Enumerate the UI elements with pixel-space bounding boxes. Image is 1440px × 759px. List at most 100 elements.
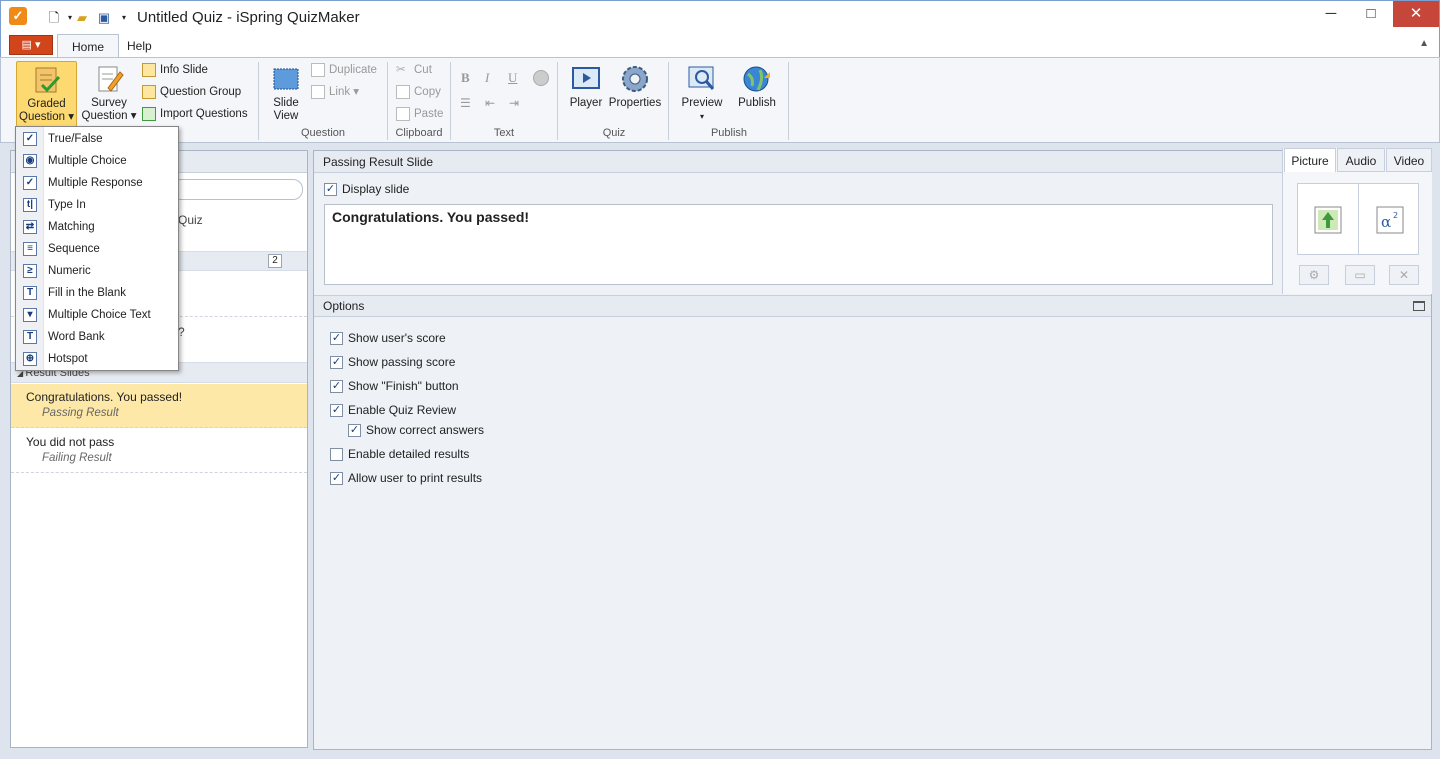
paste-button[interactable]: Paste <box>396 104 443 124</box>
maximize-options-icon[interactable] <box>1413 301 1425 311</box>
menu-item-label: Fill in the Blank <box>48 287 126 299</box>
insert-picture-icon[interactable] <box>1314 206 1342 234</box>
survey-question-icon <box>98 66 124 92</box>
tab-video[interactable]: Video <box>1386 148 1432 172</box>
checkbox-icon: ✓ <box>23 176 37 190</box>
display-slide-checkbox[interactable]: ✓ Display slide <box>324 182 409 197</box>
slide-message-editor[interactable]: Congratulations. You passed! <box>324 204 1273 285</box>
graded-question-button[interactable]: Graded Question ▾ <box>16 61 77 127</box>
duplicate-label: Duplicate <box>329 64 377 76</box>
search-input[interactable] <box>171 179 303 200</box>
media-settings-gear-icon[interactable]: ⚙ <box>1299 265 1329 285</box>
option-show-score[interactable]: ✓ Show user's score <box>330 331 446 346</box>
player-button[interactable]: Player <box>565 61 607 127</box>
quick-access-dropdown-icon[interactable]: ▾ <box>115 9 133 27</box>
slide-view-button[interactable]: Slide View <box>263 61 309 127</box>
menu-item-multiple-choice[interactable]: ◉ Multiple Choice <box>16 150 178 172</box>
options-title: Options <box>323 299 365 313</box>
checkbox-checked-icon: ✓ <box>348 424 361 438</box>
properties-button[interactable]: Properties <box>607 61 663 127</box>
menu-item-sequence[interactable]: ≡ Sequence <box>16 238 178 260</box>
tab-picture[interactable]: Picture <box>1284 148 1336 172</box>
menu-item-label: Multiple Choice Text <box>48 309 151 321</box>
italic-button[interactable]: I <box>485 68 489 88</box>
option-label: Show correct answers <box>366 423 485 437</box>
preview-dropdown-arrow: ▾ <box>699 112 704 121</box>
copy-icon <box>396 84 410 99</box>
menu-item-label: Matching <box>48 221 95 233</box>
media-delete-icon[interactable]: ✕ <box>1389 265 1419 285</box>
option-label: Enable detailed results <box>348 447 470 461</box>
properties-label: Properties <box>608 97 662 109</box>
text-color-icon[interactable] <box>533 70 549 86</box>
survey-question-label2: Question ▾ <box>81 110 137 122</box>
fill-blank-icon: T <box>23 286 37 300</box>
option-enable-detailed-results[interactable]: Enable detailed results <box>330 447 470 462</box>
close-button[interactable]: ✕ <box>1393 1 1439 27</box>
decrease-indent-icon[interactable]: ⇤ <box>485 96 501 110</box>
minimize-button[interactable]: ─ <box>1311 1 1351 27</box>
quiz-title-partial: Quiz <box>178 213 203 227</box>
preview-button[interactable]: Preview ▾ <box>677 61 727 127</box>
file-menu-button[interactable]: ▤ ▾ <box>9 35 53 55</box>
media-insert-box: α 2 <box>1297 183 1419 255</box>
tab-help[interactable]: Help <box>113 34 166 58</box>
option-show-passing-score[interactable]: ✓ Show passing score <box>330 355 456 370</box>
tab-audio[interactable]: Audio <box>1337 148 1385 172</box>
checkbox-checked-icon: ✓ <box>330 380 343 394</box>
result-item-passing[interactable]: Congratulations. You passed! Passing Res… <box>11 384 307 428</box>
paste-label: Paste <box>414 108 444 120</box>
option-allow-print-results[interactable]: ✓ Allow user to print results <box>330 471 482 486</box>
cut-button[interactable]: ✂ Cut <box>396 60 432 80</box>
collapse-ribbon-icon[interactable]: ▲ <box>1419 38 1429 49</box>
insert-equation-icon[interactable]: α 2 <box>1376 206 1404 234</box>
info-slide-icon <box>142 62 156 77</box>
options-header: Options <box>314 295 1431 317</box>
result-subtitle: Passing Result <box>42 407 119 419</box>
publish-button[interactable]: Publish <box>733 61 781 127</box>
menu-item-true-false[interactable]: ✓ True/False <box>16 128 178 150</box>
import-questions-button[interactable]: Import Questions <box>142 104 248 124</box>
cut-label: Cut <box>414 64 432 76</box>
player-label: Player <box>569 97 603 109</box>
option-show-correct-answers[interactable]: ✓ Show correct answers <box>348 423 485 438</box>
menu-item-fill-in-the-blank[interactable]: T Fill in the Blank <box>16 282 178 304</box>
menu-item-word-bank[interactable]: T Word Bank <box>16 326 178 348</box>
window-title: Untitled Quiz - iSpring QuizMaker <box>137 9 360 26</box>
survey-question-button[interactable]: Survey Question ▾ <box>79 61 139 127</box>
copy-button[interactable]: Copy <box>396 82 441 102</box>
duplicate-button[interactable]: Duplicate <box>311 60 377 80</box>
menu-item-multiple-choice-text[interactable]: ▾ Multiple Choice Text <box>16 304 178 326</box>
link-button[interactable]: Link ▾ <box>311 82 359 102</box>
menu-item-hotspot[interactable]: ⊕ Hotspot <box>16 348 178 370</box>
save-icon[interactable]: ▣ <box>95 9 113 27</box>
svg-text:2: 2 <box>1393 211 1398 220</box>
option-show-finish-button[interactable]: ✓ Show "Finish" button <box>330 379 459 394</box>
checkbox-checked-icon: ✓ <box>330 332 343 346</box>
increase-indent-icon[interactable]: ⇥ <box>509 96 525 110</box>
app-logo-icon: ✓ <box>9 7 27 25</box>
option-label: Show "Finish" button <box>348 379 459 393</box>
checkbox-checked-icon: ✓ <box>330 356 343 370</box>
bold-button[interactable]: B <box>461 68 470 88</box>
copy-label: Copy <box>414 86 441 98</box>
menu-item-matching[interactable]: ⇄ Matching <box>16 216 178 238</box>
tab-home[interactable]: Home <box>57 34 120 58</box>
menu-item-numeric[interactable]: ≥ Numeric <box>16 260 178 282</box>
duplicate-icon <box>311 62 325 77</box>
question-group-label: Question Group <box>160 86 242 98</box>
bullet-list-icon[interactable]: ☰ <box>460 96 476 110</box>
result-item-failing[interactable]: You did not pass Failing Result <box>11 429 307 473</box>
info-slide-button[interactable]: Info Slide <box>142 60 208 80</box>
question-group-button[interactable]: Question Group <box>142 82 241 102</box>
underline-button[interactable]: U <box>508 68 517 88</box>
option-label: Show passing score <box>348 355 456 369</box>
media-folder-icon[interactable]: ▭ <box>1345 265 1375 285</box>
graded-question-icon <box>35 67 60 93</box>
open-folder-icon[interactable]: ▰ <box>73 9 91 27</box>
result-subtitle: Failing Result <box>42 452 112 464</box>
menu-item-type-in[interactable]: t| Type In <box>16 194 178 216</box>
menu-item-multiple-response[interactable]: ✓ Multiple Response <box>16 172 178 194</box>
option-enable-quiz-review[interactable]: ✓ Enable Quiz Review <box>330 403 456 418</box>
maximize-button[interactable]: □ <box>1351 1 1391 27</box>
